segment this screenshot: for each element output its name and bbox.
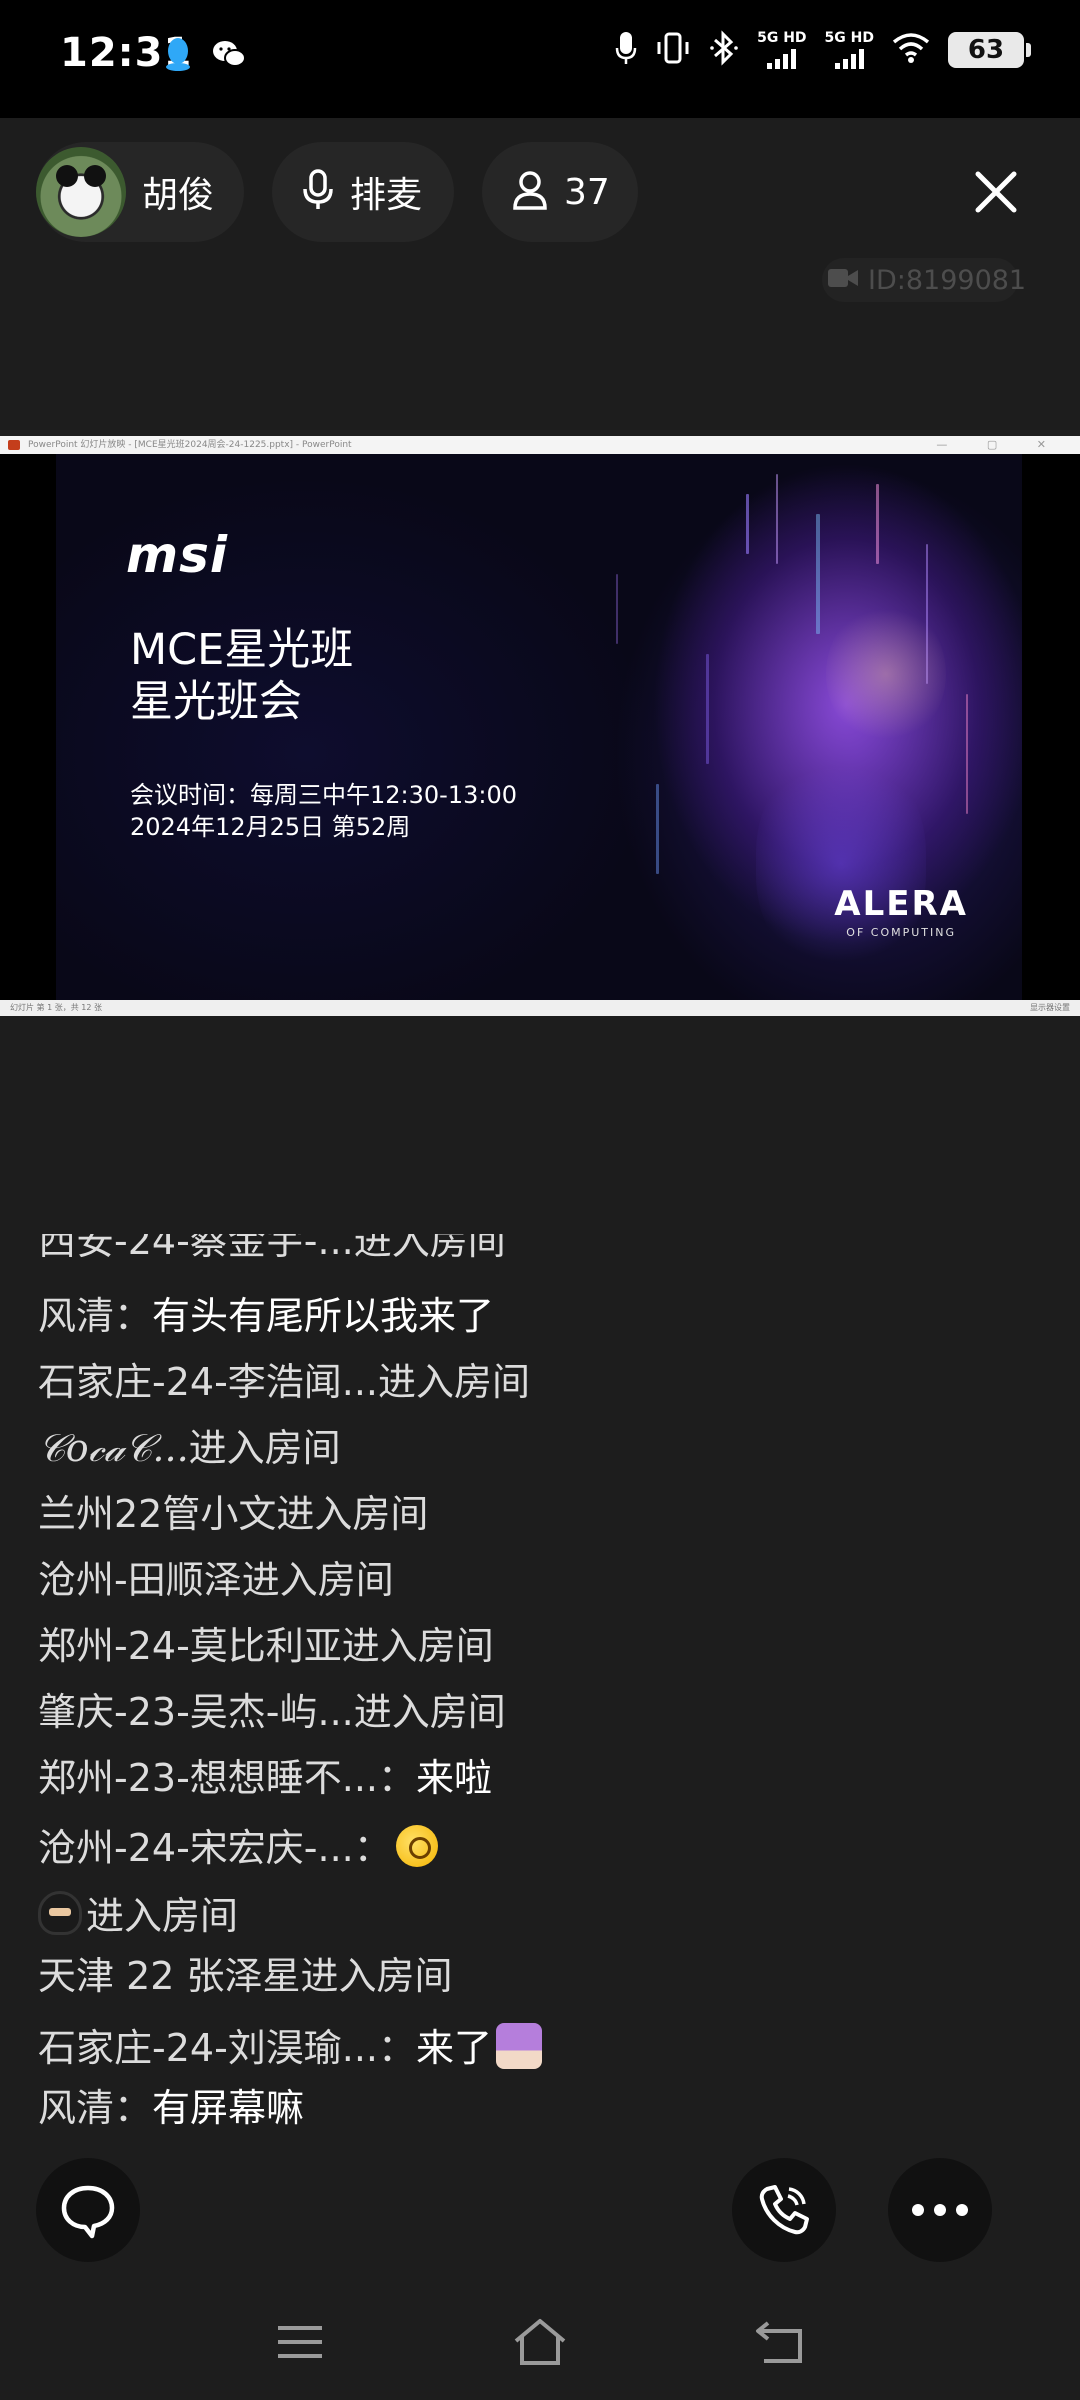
back-icon [756, 2321, 802, 2363]
host-name: 胡俊 [142, 175, 215, 216]
shared-screen-view[interactable]: PowerPoint 幻灯片放映 - [MCE星光班2024周会-24-1225… [0, 436, 1080, 1016]
chat-list[interactable]: 西安-24-蔡金宇-...进入房间 风清：有头有尾所以我来了 石家庄-24-李浩… [0, 1234, 1080, 2140]
chat-message: 天津 22 张泽星进入房间 [38, 1954, 453, 1998]
ppt-statusbar: 幻灯片 第 1 张，共 12 张 显示器设置 [0, 1000, 1080, 1016]
chat-message: 石家庄-24-李浩闻...进入房间 [38, 1360, 531, 1404]
status-right-icons: 5G HD 5G HD 63 [615, 30, 1031, 70]
face-emoji-icon [395, 1825, 438, 1867]
mic-queue-button[interactable]: 排麦 [272, 142, 454, 242]
close-button[interactable] [966, 162, 1026, 222]
slide-date: 2024年12月25日 第52周 [130, 812, 411, 841]
host-profile-button[interactable]: 胡俊 [36, 142, 244, 242]
network-label-2: 5G HD [824, 30, 874, 46]
chat-message: 肇庆-23-吴杰-屿...进入房间 [38, 1690, 506, 1734]
participants-button[interactable]: 37 [482, 142, 638, 242]
chat-message: 石家庄-24-刘淏瑜...：来了 [38, 2023, 543, 2069]
slide-title-line1: MCE星光班 [130, 625, 354, 675]
bluetooth-icon [709, 30, 739, 70]
voice-call-button[interactable] [732, 2158, 836, 2262]
mic-queue-label: 排麦 [350, 175, 423, 216]
chat-message: 风清：有屏幕嘛 [38, 2086, 305, 2130]
system-navigation-bar [0, 2282, 1080, 2400]
status-bar: 12:31 5G HD 5G HD 63 [0, 0, 1080, 118]
alera-logo: ALERA OF COMPUTING [834, 884, 968, 939]
msi-logo: msi [126, 526, 228, 584]
ppt-slide-counter: 幻灯片 第 1 张，共 12 张 [10, 1003, 102, 1012]
notification-icons [164, 36, 246, 76]
wechat-icon [212, 39, 246, 73]
vibrate-icon [655, 30, 691, 70]
chat-message: 进入房间 [38, 1891, 238, 1935]
chat-message: 风清：有头有尾所以我来了 [38, 1294, 495, 1338]
home-icon [514, 2319, 566, 2365]
qq-icon [164, 36, 192, 76]
participant-count: 37 [564, 171, 610, 213]
chat-message: 郑州-24-莫比利亚进入房间 [38, 1624, 494, 1668]
room-id-badge: ID:8199081 [822, 258, 1026, 302]
chat-message: 西安-24-蔡金宇-...进入房间 [38, 1234, 506, 1263]
network-signal-2: 5G HD [825, 31, 874, 69]
raise-hand-emoji-icon [496, 2023, 543, 2069]
battery-icon: 63 [948, 32, 1031, 68]
wifi-icon [892, 32, 930, 68]
slide-title-line2: 星光班会 [130, 677, 302, 728]
chat-message: 沧州-田顺泽进入房间 [38, 1558, 394, 1602]
video-camera-icon [826, 266, 860, 294]
menu-icon [278, 2326, 322, 2358]
chat-bubble-icon [61, 2185, 115, 2239]
alera-logo-text: ALERA [834, 884, 968, 924]
presentation-slide: msi MCE星光班 星光班会 会议时间：每周三中午12:30-13:00 20… [56, 454, 1022, 1000]
close-icon [975, 171, 1017, 213]
alera-logo-subtext: OF COMPUTING [846, 926, 956, 939]
chat-message: 𝒞𝑜𝒸𝒶𝒞...进入房间 [38, 1426, 341, 1470]
ninja-emoji-icon [38, 1891, 82, 1935]
room-header: 胡俊 排麦 37 ID:8199081 [0, 118, 1080, 418]
home-button[interactable] [510, 2314, 570, 2370]
microphone-icon [302, 169, 334, 215]
ppt-titlebar-text: PowerPoint 幻灯片放映 - [MCE星光班2024周会-24-1225… [28, 440, 352, 450]
chat-message: 郑州-23-想想睡不...：来啦 [38, 1756, 493, 1800]
chat-message: 沧州-24-宋宏庆-...： [38, 1825, 438, 1867]
battery-level: 63 [967, 35, 1005, 65]
phone-icon [759, 2185, 809, 2235]
app-root: 12:31 5G HD 5G HD 63 胡俊 排麦 37 ID:8199081… [0, 0, 1080, 2400]
ppt-display-settings: 显示器设置 [1030, 1003, 1070, 1012]
ppt-titlebar: PowerPoint 幻灯片放映 - [MCE星光班2024周会-24-1225… [0, 436, 1080, 454]
network-label-1: 5G HD [757, 30, 807, 46]
window-controls-icon: — ▢ ✕ [936, 438, 1064, 451]
slide-meeting-time: 会议时间：每周三中午12:30-13:00 [130, 781, 517, 809]
chat-message: 兰州22管小文进入房间 [38, 1492, 429, 1536]
host-avatar[interactable] [36, 147, 126, 237]
person-icon [512, 170, 548, 214]
back-button[interactable] [750, 2314, 810, 2370]
signal-bars-icon [834, 47, 864, 69]
more-dots-icon [912, 2204, 968, 2216]
slide-meta: 会议时间：每周三中午12:30-13:00 2024年12月25日 第52周 [130, 780, 517, 843]
powerpoint-icon [8, 440, 20, 450]
recent-apps-button[interactable] [270, 2314, 330, 2370]
microphone-icon [615, 30, 637, 70]
more-button[interactable] [888, 2158, 992, 2262]
signal-bars-icon [767, 47, 797, 69]
slide-title: MCE星光班 星光班会 [130, 624, 353, 729]
comment-button[interactable] [36, 2158, 140, 2262]
room-id-text: ID:8199081 [868, 264, 1027, 296]
network-signal-1: 5G HD [757, 30, 807, 69]
